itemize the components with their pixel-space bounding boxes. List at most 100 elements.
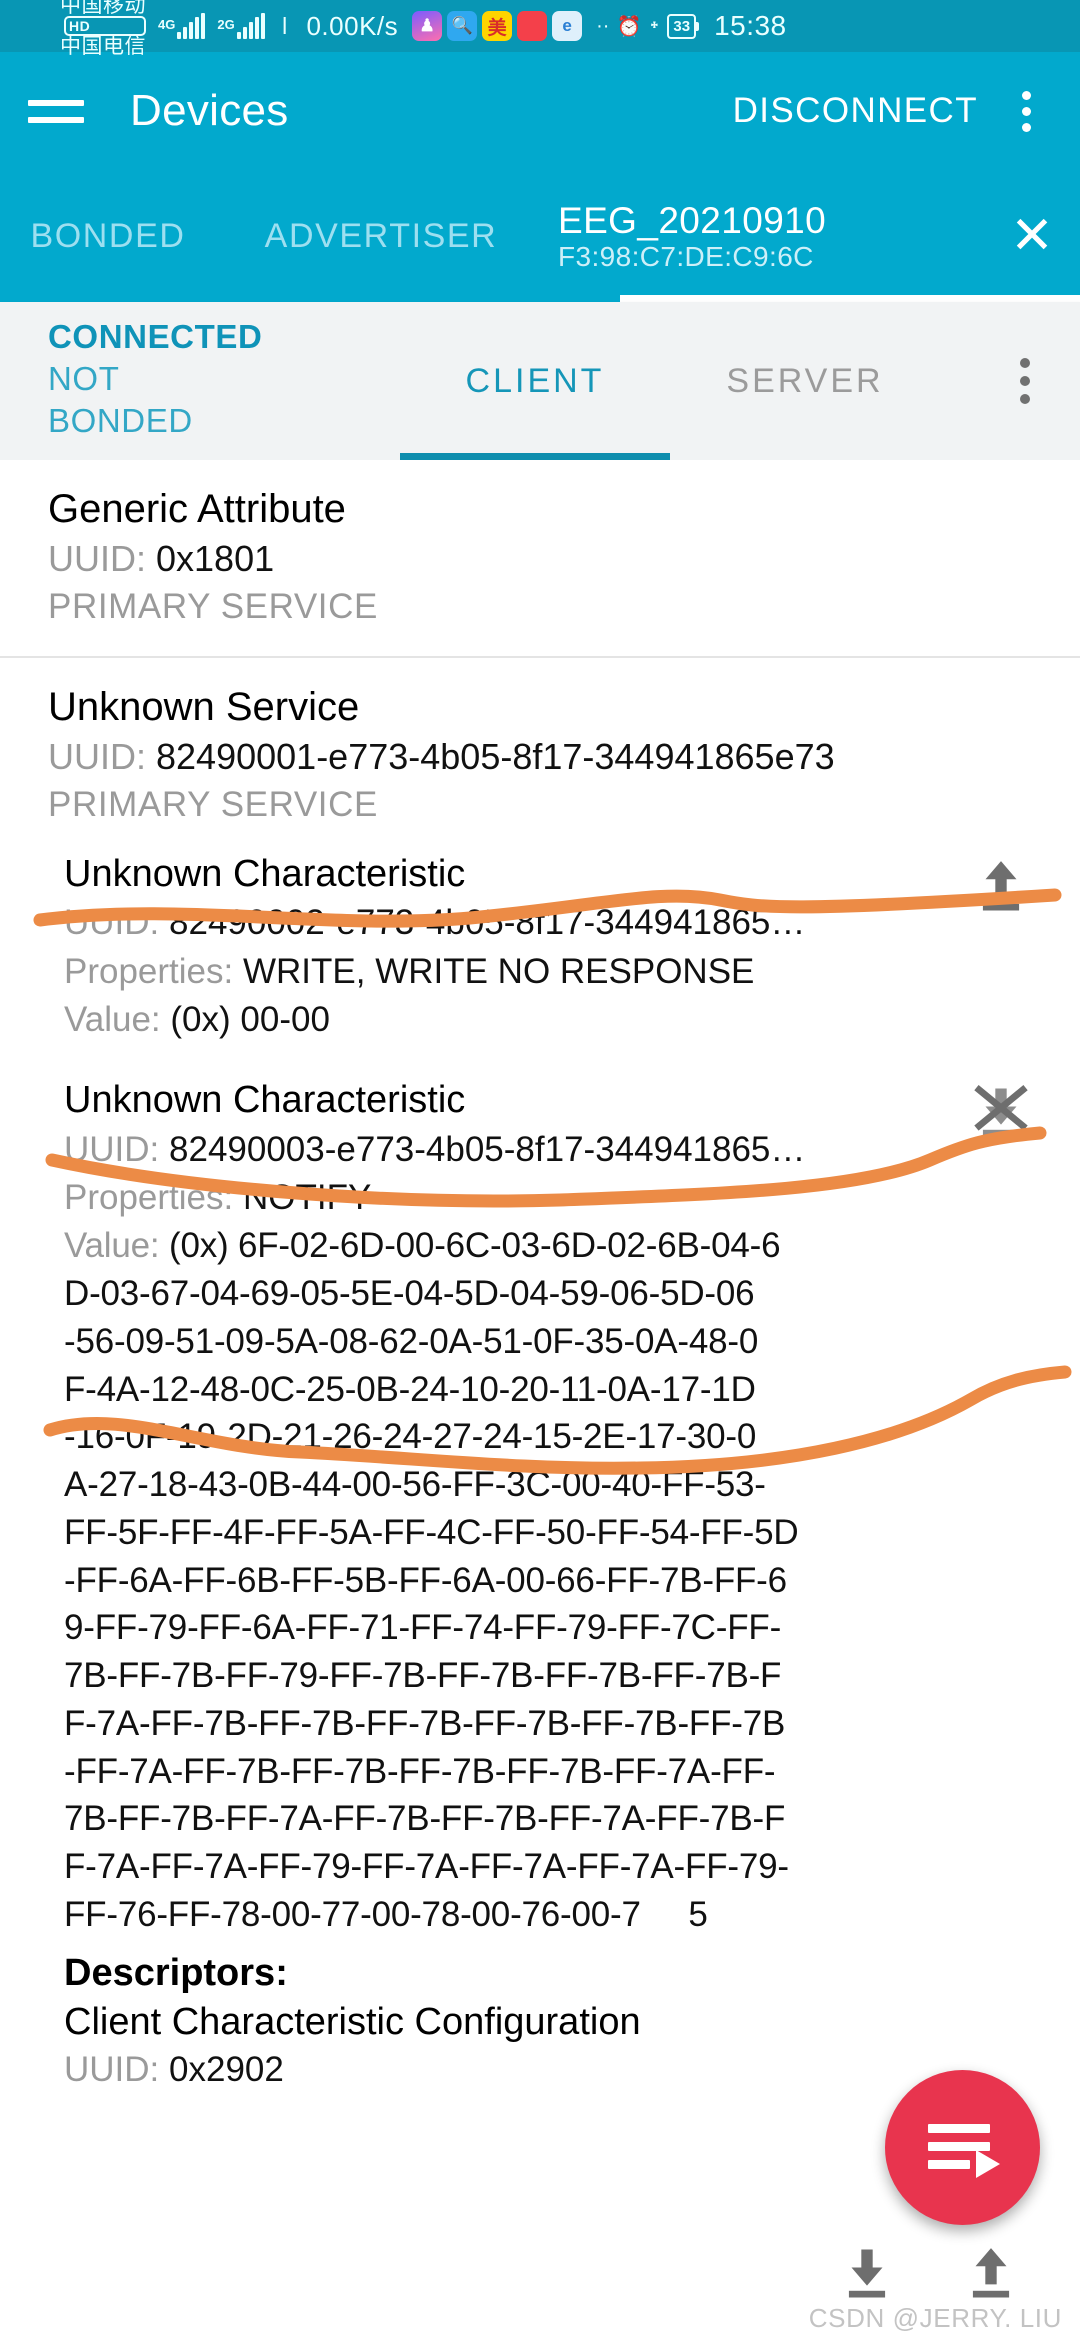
characteristic-value-line: FF-76-FF-78-00-77-00-78-00-76-00-7 5 bbox=[64, 1894, 708, 1934]
service-type: PRIMARY SERVICE bbox=[48, 784, 378, 824]
service-item[interactable]: Unknown Service UUID: 82490001-e773-4b05… bbox=[0, 658, 1080, 832]
uuid-label: UUID: bbox=[48, 736, 146, 778]
service-uuid-row: UUID: 0x1801 bbox=[0, 535, 1080, 584]
network-type-1: 4G bbox=[158, 17, 176, 32]
characteristic-main: Unknown Characteristic UUID: 82490003-e7… bbox=[0, 1076, 958, 1222]
characteristic-value-line: -56-09-51-09-5A-08-62-0A-51-0F-35-0A-48-… bbox=[64, 1321, 759, 1361]
characteristic-properties-row: Properties: NOTIFY bbox=[0, 1174, 958, 1222]
uuid-label: UUID: bbox=[48, 538, 146, 580]
photo-icon: ♟ bbox=[412, 11, 443, 41]
hamburger-icon[interactable] bbox=[28, 91, 84, 131]
device-name: EEG_20210910 bbox=[558, 199, 827, 241]
characteristic-value-line: Value: (0x) 6F-02-6D-00-6C-03-6D-02-6B-0… bbox=[64, 1222, 1056, 1270]
characteristic-item[interactable]: Unknown Characteristic UUID: 82490002-e7… bbox=[0, 832, 1080, 1058]
characteristic-value-line: F-4A-12-48-0C-25-0B-24-10-20-11-0A-17-1D bbox=[64, 1369, 756, 1409]
tab-bonded[interactable]: BONDED bbox=[0, 170, 216, 302]
clock: 15:38 bbox=[714, 10, 787, 41]
page-title: Devices bbox=[130, 86, 289, 135]
characteristic-value-line: F-7A-FF-7A-FF-79-FF-7A-FF-7A-FF-7A-FF-79… bbox=[64, 1847, 789, 1887]
value-label: Value: bbox=[64, 999, 161, 1039]
search-icon: 🔍 bbox=[447, 11, 478, 41]
characteristic-uuid-row: UUID: 82490003-e773-4b05-8f17-344941865… bbox=[0, 1126, 958, 1174]
notify-disable-icon[interactable] bbox=[958, 1076, 1044, 1144]
upload-write-icon-bottom-svg bbox=[972, 2248, 1010, 2298]
characteristic-value-line: D-03-67-04-69-05-5E-04-5D-04-59-06-5D-06 bbox=[64, 1273, 755, 1313]
descriptor-uuid: 0x2902 bbox=[169, 2050, 284, 2090]
characteristic-properties: WRITE, WRITE NO RESPONSE bbox=[242, 951, 755, 991]
download-read-icon-svg bbox=[848, 2249, 886, 2298]
signal-bars-icon-1 bbox=[177, 13, 206, 39]
disconnect-button[interactable]: DISCONNECT bbox=[733, 91, 978, 131]
kebab-icon-2[interactable] bbox=[970, 302, 1080, 460]
characteristic-value-row: Value: (0x) 00-00 bbox=[0, 996, 958, 1044]
download-read-icon[interactable] bbox=[836, 2243, 898, 2310]
wifi-icon: ⏽ bbox=[274, 11, 295, 40]
service-uuid-row: UUID: 82490001-e773-4b05-8f17-344941865e… bbox=[0, 733, 1080, 782]
characteristic-value-lines: D-03-67-04-69-05-5E-04-5D-04-59-06-5D-06… bbox=[64, 1270, 1056, 1939]
log-fab-button[interactable] bbox=[885, 2070, 1040, 2225]
status-badge-connected: CONNECTED bbox=[48, 318, 263, 355]
meituan-icon: 美 bbox=[482, 11, 513, 41]
value-prefix-and-first-line: (0x) 6F-02-6D-00-6C-03-6D-02-6B-04-6 bbox=[168, 1226, 781, 1266]
uuid-label: UUID: bbox=[64, 2050, 160, 2090]
hd-badge: HD bbox=[64, 16, 146, 36]
status-bar: 中国移动 HD 中国电信 4G 2G ⏽ 0.00K/s ♟ 🔍 美 e ·· ⏰… bbox=[0, 0, 1080, 57]
signal-2: 2G bbox=[217, 13, 265, 39]
descriptors-label: Descriptors: bbox=[64, 1951, 288, 1994]
characteristic-name: Unknown Characteristic bbox=[64, 852, 466, 895]
characteristic-item[interactable]: Unknown Characteristic UUID: 82490003-e7… bbox=[0, 1058, 1080, 2108]
book-icon bbox=[517, 11, 548, 41]
carrier-line-2: 中国电信 bbox=[60, 35, 146, 58]
connbar-spacer bbox=[940, 302, 970, 460]
characteristic-header: Unknown Characteristic UUID: 82490002-e7… bbox=[0, 850, 1080, 1044]
characteristic-uuid: 82490002-e773-4b05-8f17-344941865… bbox=[169, 903, 806, 943]
service-uuid: 82490001-e773-4b05-8f17-344941865e73 bbox=[156, 736, 835, 778]
e-icon: e bbox=[552, 11, 583, 41]
more-dots-icon: ·· bbox=[596, 14, 610, 37]
properties-label: Properties: bbox=[64, 1177, 234, 1217]
device-tab-strip: BONDED ADVERTISER EEG_20210910 F3:98:C7:… bbox=[0, 170, 1080, 302]
kebab-icon[interactable] bbox=[1000, 90, 1052, 132]
characteristic-properties-row: Properties: WRITE, WRITE NO RESPONSE bbox=[0, 948, 958, 996]
status-badge-not: NOT bbox=[48, 360, 120, 398]
tab-server[interactable]: SERVER bbox=[670, 302, 940, 460]
service-item[interactable]: Generic Attribute UUID: 0x1801 PRIMARY S… bbox=[0, 460, 1080, 658]
tab-advertiser[interactable]: ADVERTISER bbox=[216, 170, 546, 302]
app-bar: Devices DISCONNECT bbox=[0, 52, 1080, 170]
characteristic-value: (0x) 00-00 bbox=[170, 999, 330, 1039]
characteristic-uuid-row: UUID: 82490002-e773-4b05-8f17-344941865… bbox=[0, 899, 958, 947]
uuid-label: UUID: bbox=[64, 1129, 160, 1169]
characteristic-value-line: -FF-7A-FF-7B-FF-7B-FF-7B-FF-7B-FF-7A-FF- bbox=[64, 1751, 776, 1791]
connection-bar: CONNECTED NOT BONDED CLIENT SERVER bbox=[0, 302, 1080, 460]
characteristic-value-line: 7B-FF-7B-FF-79-FF-7B-FF-7B-FF-7B-FF-7B-F bbox=[64, 1656, 782, 1696]
signal-bars-icon-2 bbox=[236, 13, 265, 39]
status-badge-bonded: BONDED bbox=[48, 402, 193, 440]
notification-icons: ♟ 🔍 美 e bbox=[412, 11, 583, 41]
descriptor-name: Client Characteristic Configuration bbox=[64, 2001, 641, 2044]
battery-level: 33 bbox=[667, 13, 699, 39]
upload-write-icon[interactable] bbox=[958, 850, 1044, 918]
characteristic-value-line: -FF-6A-FF-6B-FF-5B-FF-6A-00-66-FF-7B-FF-… bbox=[64, 1560, 787, 1600]
uuid-label: UUID: bbox=[64, 903, 160, 943]
log-play-icon bbox=[927, 2120, 1000, 2178]
characteristic-properties: NOTIFY bbox=[242, 1177, 372, 1217]
close-icon[interactable]: ✕ bbox=[984, 210, 1080, 262]
tab-device-active[interactable]: EEG_20210910 F3:98:C7:DE:C9:6C ✕ bbox=[546, 170, 1080, 302]
characteristic-value-line: 9-FF-79-FF-6A-FF-71-FF-74-FF-79-FF-7C-FF… bbox=[64, 1608, 782, 1648]
characteristic-value-line: 7B-FF-7B-FF-7A-FF-7B-FF-7B-FF-7A-FF-7B-F bbox=[64, 1799, 786, 1839]
characteristic-header: Unknown Characteristic UUID: 82490003-e7… bbox=[0, 1076, 1080, 1222]
characteristic-main: Unknown Characteristic UUID: 82490002-e7… bbox=[0, 850, 958, 1044]
device-tab-labels: EEG_20210910 F3:98:C7:DE:C9:6C bbox=[558, 200, 984, 273]
service-name: Generic Attribute bbox=[48, 487, 346, 531]
gatt-service-list[interactable]: Generic Attribute UUID: 0x1801 PRIMARY S… bbox=[0, 460, 1080, 2340]
value-label: Value: bbox=[64, 1226, 160, 1266]
signal-1: 4G bbox=[158, 13, 206, 39]
tab-client[interactable]: CLIENT bbox=[400, 302, 670, 460]
service-name: Unknown Service bbox=[48, 684, 360, 729]
bluetooth-icon: ᛭ bbox=[648, 14, 661, 37]
upload-write-icon-bottom[interactable] bbox=[960, 2243, 1022, 2310]
characteristic-value-line: -16-0F-19-2D-21-26-24-27-24-15-2E-17-30-… bbox=[64, 1417, 757, 1457]
bottom-action-icons bbox=[836, 2243, 1022, 2310]
upload-write-icon-svg bbox=[982, 861, 1020, 911]
watermark: CSDN @JERRY. LIU bbox=[808, 2303, 1062, 2333]
